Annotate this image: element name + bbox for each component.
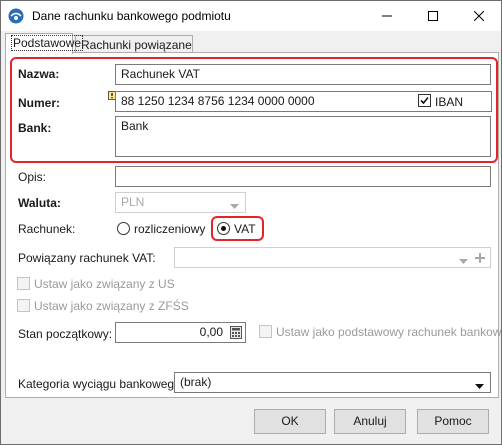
cancel-button[interactable]: Anuluj [334,409,406,434]
close-button[interactable] [456,1,502,31]
radio-rozliczeniowy-label: rozliczeniowy [134,222,206,236]
numer-label: Numer: [18,96,61,110]
minimize-icon [382,15,392,17]
nazwa-label: Nazwa: [18,67,60,81]
chevron-down-icon [475,379,484,392]
ok-button[interactable]: OK [254,409,326,434]
app-logo-icon [8,8,24,24]
waluta-label: Waluta: [18,196,61,210]
tab-label: Podstawowe [11,35,84,51]
checkmark-icon [420,96,429,105]
stan-field[interactable]: 0,00 [115,322,246,343]
window-title: Dane rachunku bankowego podmiotu [32,9,231,23]
radio-vat[interactable] [217,222,230,235]
dialog-window: Dane rachunku bankowego podmiotu Podstaw… [0,0,502,445]
nazwa-field[interactable]: Rachunek VAT [115,64,491,85]
opis-label: Opis: [18,170,47,184]
bank-label: Bank: [18,121,52,135]
us-checkbox [17,277,30,290]
close-icon [474,11,484,21]
iban-label: IBAN [435,95,464,109]
rachunek-label: Rachunek: [18,222,76,236]
zfss-checkbox [17,299,30,312]
waluta-value: PLN [121,195,145,209]
kategoria-value: (brak) [180,375,212,389]
radio-vat-label: VAT [234,222,256,236]
tab-rachunki-powiazane[interactable]: Rachunki powiązane [75,35,193,53]
chevron-down-icon [459,254,468,267]
waluta-select: PLN [115,192,246,213]
powiazany-label: Powiązany rachunek VAT: [18,251,156,265]
us-checkbox-label: Ustaw jako związany z US [34,277,175,291]
help-button[interactable]: Pomoc [417,409,489,434]
tab-label: Rachunki powiązane [81,38,192,52]
title-bar: Dane rachunku bankowego podmiotu [1,1,501,31]
add-icon [475,252,485,266]
zfss-checkbox-label: Ustaw jako związany z ZFŚS [34,299,189,313]
chevron-down-icon [230,199,239,212]
iban-checkbox[interactable] [418,94,431,107]
stan-value: 0,00 [199,325,223,339]
radio-selected-dot [221,226,226,231]
calculator-icon[interactable] [230,326,242,342]
powiazany-select [174,247,491,268]
minimize-button[interactable] [364,1,410,31]
tab-podstawowe[interactable]: Podstawowe [5,33,84,54]
maximize-button[interactable] [410,1,456,31]
podstawowy-checkbox-label: Ustaw jako podstawowy rachunek bankowy [276,325,502,339]
kategoria-select[interactable]: (brak) [174,372,491,393]
maximize-icon [428,11,438,21]
podstawowy-checkbox [259,325,272,338]
kategoria-label: Kategoria wyciągu bankowego: [18,377,185,391]
opis-field[interactable] [115,166,491,187]
radio-rozliczeniowy[interactable] [117,222,130,235]
bank-field[interactable]: Bank [115,116,491,157]
stan-label: Stan początkowy: [18,327,113,341]
